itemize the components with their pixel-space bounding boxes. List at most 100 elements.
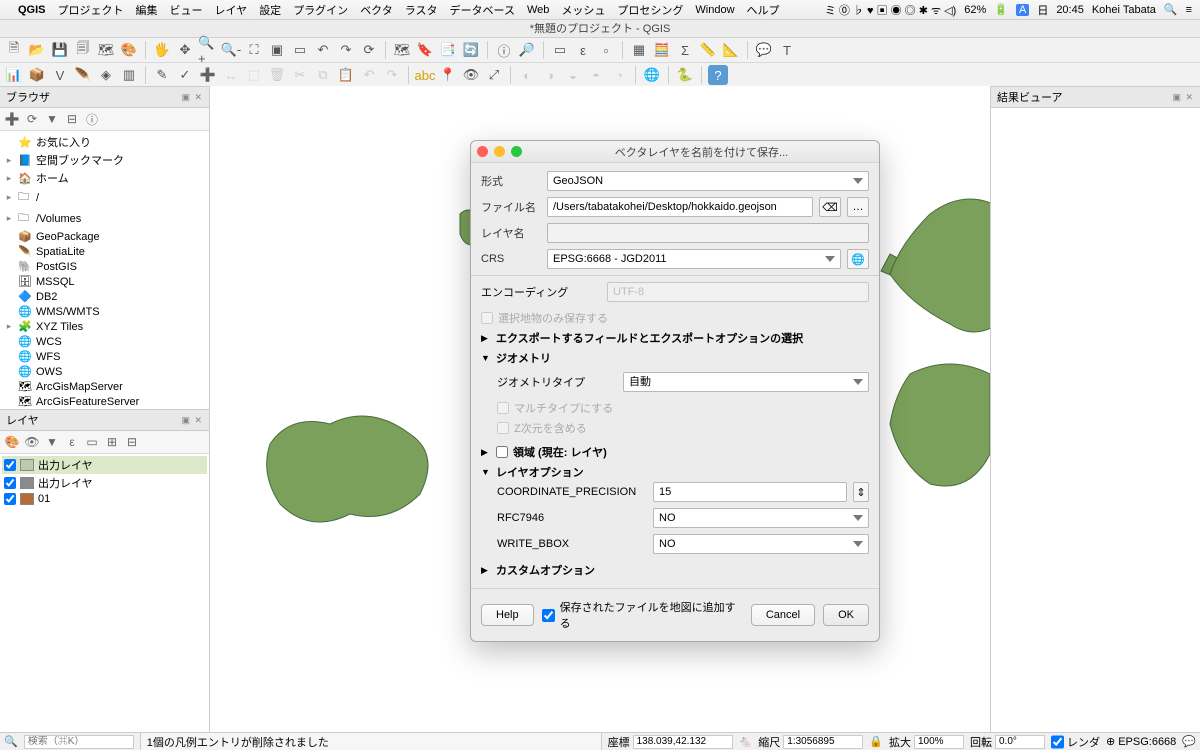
crs-icon[interactable]: ⊕ xyxy=(1106,735,1115,748)
new-project-icon[interactable]: 🗎 xyxy=(4,40,24,60)
menu-vector[interactable]: ベクタ xyxy=(360,2,393,18)
search-icon-status[interactable]: 🔍 xyxy=(4,735,18,748)
zoomin-icon[interactable]: 🔍+ xyxy=(198,40,218,60)
ok-button[interactable]: OK xyxy=(823,604,869,626)
maximize-icon[interactable] xyxy=(511,146,522,157)
minimize-icon[interactable] xyxy=(494,146,505,157)
mag-input[interactable] xyxy=(914,735,964,749)
tree-item[interactable]: 📦GeoPackage xyxy=(2,229,207,244)
zoomfull-icon[interactable]: ⛶ xyxy=(244,40,264,60)
menu-settings[interactable]: 設定 xyxy=(259,2,281,18)
extent-toggle[interactable]: ▶ xyxy=(481,447,491,458)
menu-window[interactable]: Window xyxy=(695,4,734,16)
browser-panel-buttons[interactable]: ▣ ✕ xyxy=(181,92,203,103)
label-show-icon[interactable]: 👁 xyxy=(461,65,481,85)
app-name[interactable]: QGIS xyxy=(18,4,46,16)
tree-item[interactable]: ▸📘空間ブックマーク xyxy=(2,151,207,169)
menu-view[interactable]: ビュー xyxy=(170,2,203,18)
zoomlayer-icon[interactable]: ▭ xyxy=(290,40,310,60)
menu-web[interactable]: Web xyxy=(527,4,549,16)
menu-edit[interactable]: 編集 xyxy=(136,2,158,18)
tree-item[interactable]: ▸🗀/ xyxy=(2,187,207,208)
menu-mesh[interactable]: メッシュ xyxy=(561,2,605,18)
layers-style-icon[interactable]: 🎨 xyxy=(4,434,20,450)
browser-tree[interactable]: ⭐お気に入り▸📘空間ブックマーク▸🏠ホーム▸🗀/▸🗀/Volumes📦GeoPa… xyxy=(0,131,209,409)
tree-item[interactable]: 🗺ArcGisMapServer xyxy=(2,379,207,394)
tips-icon[interactable]: 💬 xyxy=(754,40,774,60)
file-input[interactable] xyxy=(547,197,813,217)
zoomsel-icon[interactable]: ▣ xyxy=(267,40,287,60)
layer-input[interactable] xyxy=(547,223,869,243)
tree-item[interactable]: 🌐OWS xyxy=(2,364,207,379)
close-icon[interactable] xyxy=(477,146,488,157)
menu-icon[interactable]: ≡ xyxy=(1186,4,1192,16)
refresh-icon[interactable]: ⟳ xyxy=(359,40,379,60)
geom-type-select[interactable]: 自動 xyxy=(623,372,869,392)
save-icon[interactable]: 💾 xyxy=(50,40,70,60)
layers-panel-buttons[interactable]: ▣ ✕ xyxy=(181,415,203,426)
new-spatialite-icon[interactable]: 🪶 xyxy=(73,65,93,85)
layers-eye-icon[interactable]: 👁 xyxy=(24,434,40,450)
menu-db[interactable]: データベース xyxy=(450,2,515,18)
ime-indicator[interactable]: A xyxy=(1016,4,1029,16)
tree-item[interactable]: 🪶SpatiaLite xyxy=(2,244,207,259)
web-icon[interactable]: 🌐 xyxy=(642,65,662,85)
rot-input[interactable] xyxy=(995,735,1045,749)
bookmark-icon[interactable]: 🔖 xyxy=(415,40,435,60)
calc-icon[interactable]: 🧮 xyxy=(652,40,672,60)
geometry-toggle[interactable]: ▼ xyxy=(481,353,491,363)
zoomnext-icon[interactable]: ↷ xyxy=(336,40,356,60)
layer-row[interactable]: 出力レイヤ xyxy=(2,474,207,492)
rfc-select[interactable]: NO xyxy=(653,508,869,528)
layer-row[interactable]: 出力レイヤ xyxy=(2,456,207,474)
tree-item[interactable]: 🔷DB2 xyxy=(2,289,207,304)
pan-to-icon[interactable]: ✥ xyxy=(175,40,195,60)
measure2-icon[interactable]: 📐 xyxy=(721,40,741,60)
tree-item[interactable]: 🗺ArcGisFeatureServer xyxy=(2,394,207,409)
dialog-titlebar[interactable]: ベクタレイヤを名前を付けて保存... xyxy=(471,141,879,163)
tree-item[interactable]: 🌐WCS xyxy=(2,334,207,349)
savemap-icon[interactable]: 🗺 xyxy=(392,40,412,60)
style-icon[interactable]: 🎨 xyxy=(119,40,139,60)
browser-refresh-icon[interactable]: ⟳ xyxy=(24,111,40,127)
menu-plugin[interactable]: プラグイン xyxy=(293,2,348,18)
layers-filter-icon[interactable]: ▼ xyxy=(44,434,60,450)
menu-raster[interactable]: ラスタ xyxy=(405,2,438,18)
data-source-icon[interactable]: 📊 xyxy=(4,65,24,85)
layers-expand-icon[interactable]: ⊞ xyxy=(104,434,120,450)
crs-select[interactable]: EPSG:6668 - JGD2011 xyxy=(547,249,841,269)
browser-collapse-icon[interactable]: ⊟ xyxy=(64,111,80,127)
search-icon[interactable]: 🔎 xyxy=(517,40,537,60)
edit-save-icon[interactable]: ✓ xyxy=(175,65,195,85)
label-pin-icon[interactable]: 📍 xyxy=(438,65,458,85)
python-icon[interactable]: 🐍 xyxy=(675,65,695,85)
custom-toggle[interactable]: ▶ xyxy=(481,565,491,576)
results-panel-buttons[interactable]: ▣ ✕ xyxy=(1172,92,1194,103)
layers-group-icon[interactable]: ▭ xyxy=(84,434,100,450)
file-clear-button[interactable]: ⌫ xyxy=(819,197,841,217)
menu-help[interactable]: ヘルプ xyxy=(747,2,780,18)
scale-icon[interactable]: 🐁 xyxy=(739,735,753,748)
add-to-map-checkbox[interactable] xyxy=(542,609,555,622)
lock-icon[interactable]: 🔒 xyxy=(869,735,883,748)
coord-input[interactable] xyxy=(633,735,733,749)
select-icon[interactable]: ▭ xyxy=(550,40,570,60)
messages-icon[interactable]: 💬 xyxy=(1182,735,1196,748)
browser-add-icon[interactable]: ➕ xyxy=(4,111,20,127)
locator-input[interactable] xyxy=(24,735,134,749)
saveas-icon[interactable]: 🗐 xyxy=(73,40,93,60)
tree-item[interactable]: 🐘PostGIS xyxy=(2,259,207,274)
tree-item[interactable]: ▸🗀/Volumes xyxy=(2,208,207,229)
deselect-icon[interactable]: ▫ xyxy=(596,40,616,60)
new-shp-icon[interactable]: V xyxy=(50,65,70,85)
identify-icon[interactable]: ⓘ xyxy=(494,40,514,60)
file-browse-button[interactable]: … xyxy=(847,197,869,217)
zoomlast-icon[interactable]: ↶ xyxy=(313,40,333,60)
menu-processing[interactable]: プロセシング xyxy=(617,2,683,18)
help-button[interactable]: Help xyxy=(481,604,534,626)
tree-item[interactable]: ▸🧩XYZ Tiles xyxy=(2,319,207,334)
text-icon[interactable]: T xyxy=(777,40,797,60)
layer-row[interactable]: 01 xyxy=(2,492,207,506)
layer-visibility-checkbox[interactable] xyxy=(4,493,16,505)
attrib-icon[interactable]: ▦ xyxy=(629,40,649,60)
